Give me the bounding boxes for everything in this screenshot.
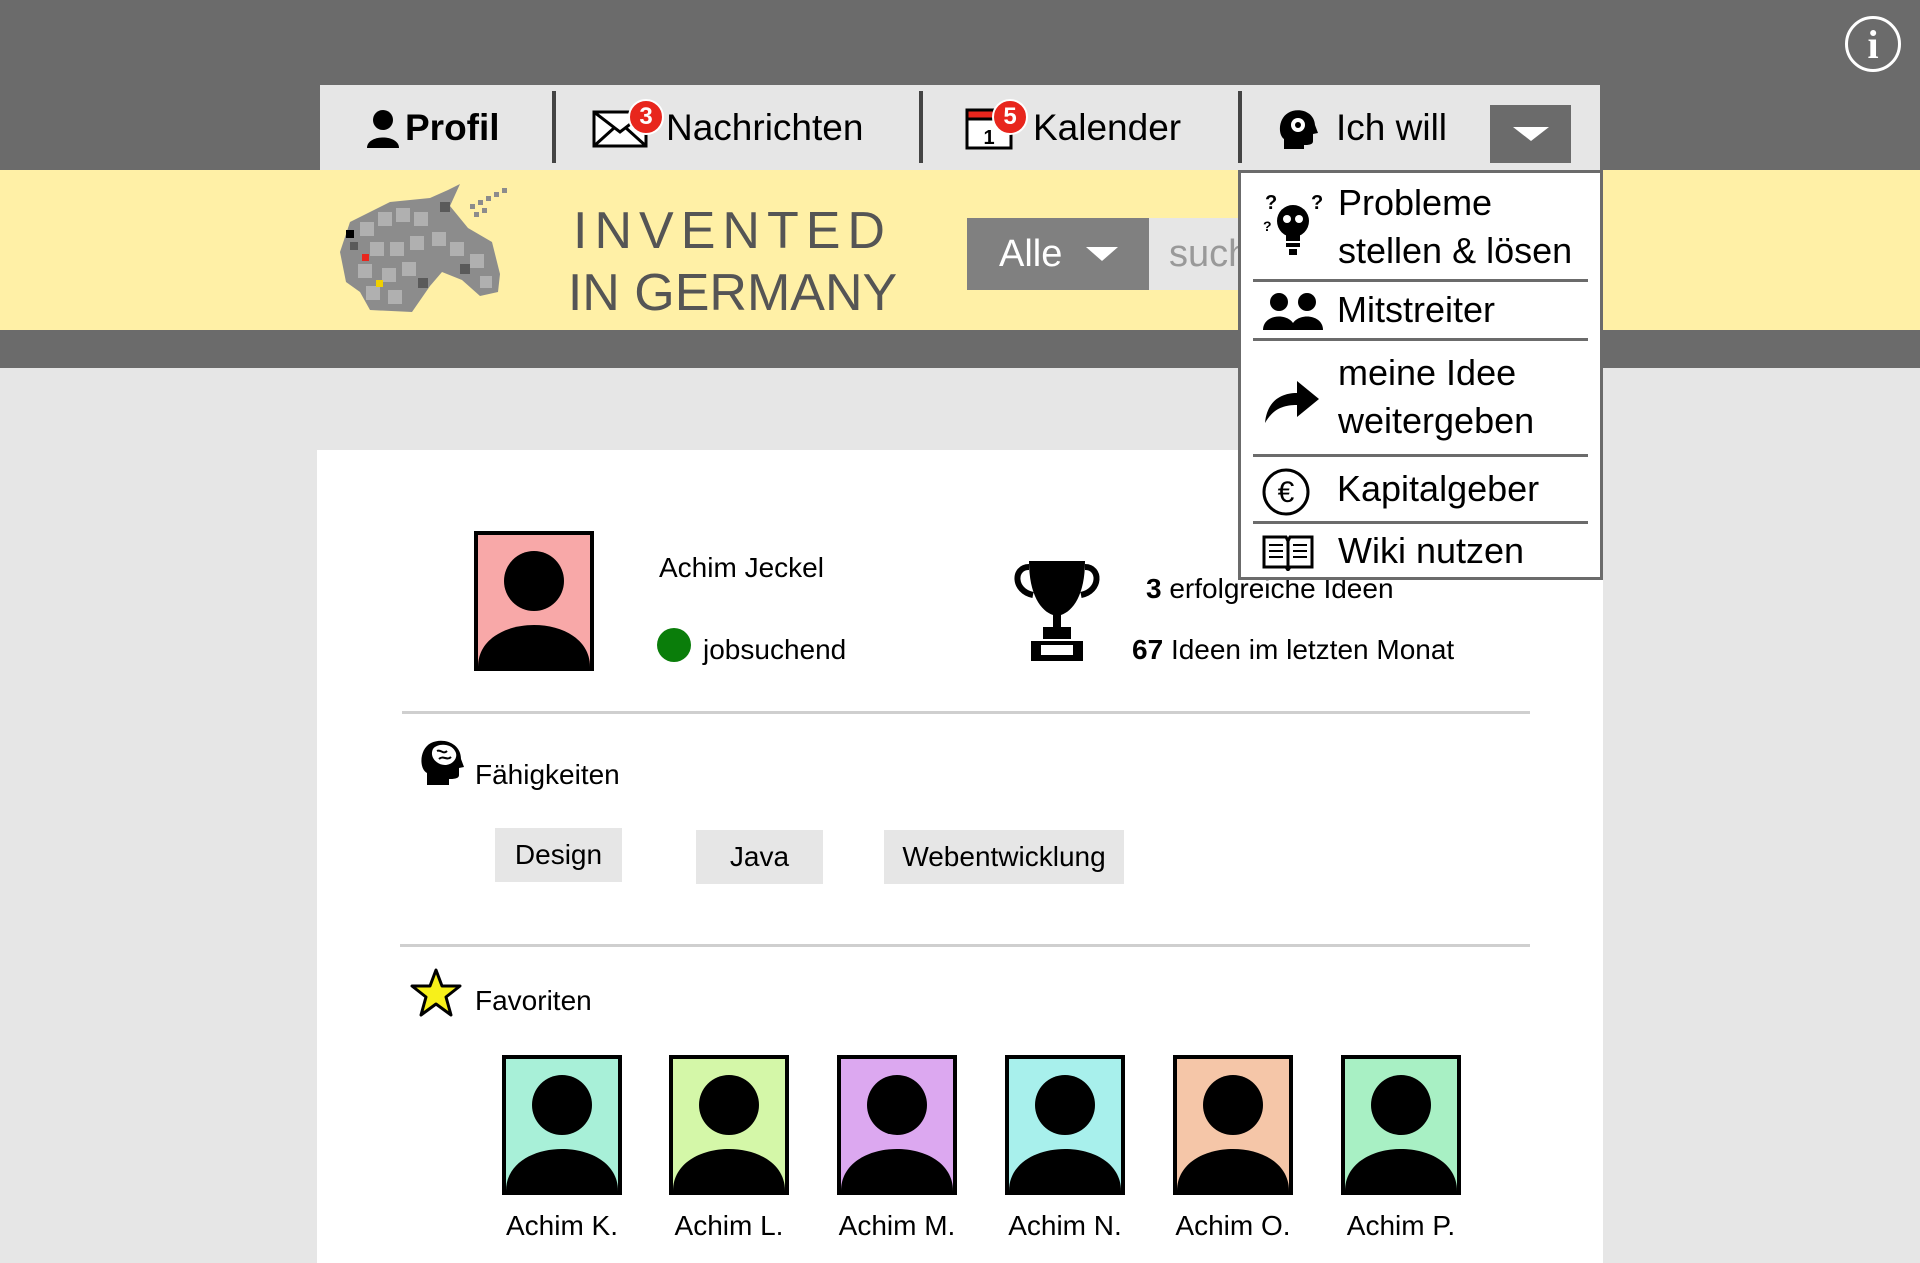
menu-item-label: weitergeben: [1338, 400, 1535, 441]
calendar-badge: 5: [992, 99, 1028, 135]
menu-item-wiki[interactable]: Wiki nutzen: [1241, 525, 1600, 577]
menu-divider: [1253, 454, 1588, 457]
profile-avatar: [474, 531, 594, 671]
messages-badge: 3: [628, 99, 664, 135]
favorite-avatar[interactable]: [1005, 1055, 1125, 1195]
favorite-name[interactable]: Achim N.: [990, 1210, 1140, 1242]
favorite-name[interactable]: Achim O.: [1158, 1210, 1308, 1242]
book-icon: [1262, 535, 1314, 571]
menu-item-kapitalgeber[interactable]: € Kapitalgeber: [1241, 459, 1600, 519]
favorite-avatar[interactable]: [1173, 1055, 1293, 1195]
status-indicator: [657, 628, 691, 662]
svg-text:?: ?: [1265, 192, 1277, 214]
favorite-avatar[interactable]: [502, 1055, 622, 1195]
people-icon: [1263, 293, 1323, 330]
menu-item-label: Kapitalgeber: [1337, 468, 1540, 509]
favorite-avatar[interactable]: [669, 1055, 789, 1195]
filter-label: Alle: [999, 232, 1063, 275]
nav-messages-label: Nachrichten: [666, 106, 864, 148]
favorite-name[interactable]: Achim K.: [487, 1210, 637, 1242]
trophy-icon: [1014, 561, 1100, 661]
menu-item-probleme[interactable]: ? ? ? Probleme stellen & lösen: [1241, 181, 1600, 273]
profile-name: Achim Jeckel: [659, 552, 824, 583]
favorites-title: Favoriten: [475, 985, 592, 1016]
favorite-name[interactable]: Achim P.: [1326, 1210, 1476, 1242]
favorite-avatar[interactable]: [1341, 1055, 1461, 1195]
menu-divider: [1253, 338, 1588, 341]
brand-line-1: INVENTED: [573, 202, 892, 260]
info-icon[interactable]: i: [1845, 16, 1901, 72]
main-nav: Profil Nachrichten 3 1 Kalender 5 Ich wi…: [320, 85, 1600, 170]
successful-count: 3: [1146, 573, 1162, 604]
svg-text:€: €: [1278, 476, 1295, 509]
menu-divider: [1253, 279, 1588, 282]
menu-item-mitstreiter[interactable]: Mitstreiter: [1241, 283, 1600, 337]
svg-text:?: ?: [1311, 192, 1323, 214]
monthly-ideas-stat: 67 Ideen im letzten Monat: [1132, 634, 1454, 666]
ich-will-dropdown-menu: ? ? ? Probleme stellen & lösen Mitstreit…: [1238, 170, 1603, 580]
chevron-down-icon: [1512, 127, 1549, 141]
menu-item-label: Wiki nutzen: [1338, 530, 1525, 571]
brand-bar: INVENTED IN GERMANY Alle such: [0, 170, 1920, 330]
menu-item-label: Mitstreiter: [1337, 289, 1496, 330]
skill-tag[interactable]: Design: [495, 828, 622, 882]
brand-line-2: IN GERMANY: [567, 264, 898, 322]
header-bottom-strip: [0, 330, 1920, 368]
nav-calendar-label: Kalender: [1033, 106, 1182, 148]
skill-tag[interactable]: Webentwicklung: [884, 830, 1124, 884]
monthly-label: Ideen im letzten Monat: [1170, 634, 1455, 665]
menu-divider: [1253, 521, 1588, 524]
nav-divider: [1238, 91, 1242, 163]
divider: [402, 711, 1530, 714]
euro-icon: €: [1262, 468, 1310, 516]
star-icon: [410, 968, 462, 1017]
skills-title: Fähigkeiten: [475, 759, 620, 790]
nav-divider: [552, 91, 556, 163]
favorite-name[interactable]: Achim M.: [822, 1210, 972, 1242]
nav-divider: [919, 91, 923, 163]
category-filter-select[interactable]: Alle: [967, 218, 1149, 290]
favorite-name[interactable]: Achim L.: [654, 1210, 804, 1242]
share-arrow-icon: [1265, 381, 1319, 423]
menu-item-idee-weitergeben[interactable]: meine Idee weitergeben: [1241, 343, 1600, 451]
profile-status: jobsuchend: [703, 634, 847, 665]
nav-ich-will-label: Ich will: [1336, 106, 1448, 148]
monthly-count: 67: [1132, 634, 1164, 665]
menu-item-label: meine Idee: [1338, 352, 1517, 393]
nav-profile[interactable]: Profil: [365, 85, 500, 170]
brain-head-icon: [421, 740, 464, 785]
skill-tag[interactable]: Java: [696, 830, 823, 884]
nav-profile-label: Profil: [405, 106, 500, 148]
svg-text:?: ?: [1263, 218, 1272, 234]
brand-title: INVENTED IN GERMANY: [540, 200, 925, 324]
menu-item-label: stellen & lösen: [1338, 230, 1573, 271]
nav-ich-will[interactable]: Ich will: [1276, 85, 1447, 170]
ich-will-dropdown-button[interactable]: [1490, 105, 1571, 163]
unicorn-logo: [340, 184, 507, 312]
search-placeholder: such: [1169, 232, 1239, 275]
menu-item-label: Probleme: [1338, 182, 1493, 223]
head-gear-icon: [1279, 109, 1318, 149]
divider: [400, 944, 1530, 947]
lightbulb-question-icon: ? ? ?: [1263, 192, 1323, 255]
chevron-down-icon: [1086, 247, 1119, 261]
favorite-avatar[interactable]: [837, 1055, 957, 1195]
search-input[interactable]: such: [1149, 218, 1239, 290]
person-icon: [367, 109, 399, 148]
calendar-day: 1: [983, 127, 994, 149]
